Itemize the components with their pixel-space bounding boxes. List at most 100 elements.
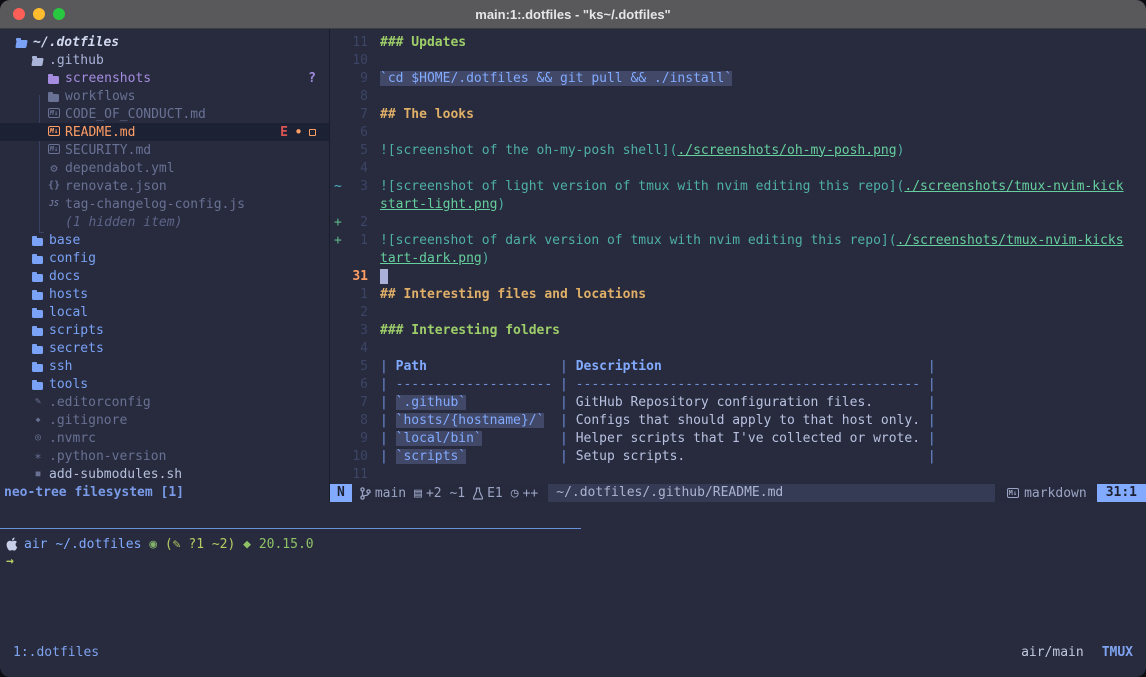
- tree-item[interactable]: ■add-submodules.sh: [0, 465, 329, 483]
- editor-line[interactable]: tart-dark.png): [330, 249, 1146, 267]
- editor-line[interactable]: +1![screenshot of dark version of tmux w…: [330, 231, 1146, 249]
- code-token: tart-dark.png: [380, 251, 482, 266]
- code-token: Setup scripts.: [576, 449, 686, 464]
- editor-line[interactable]: 3### Interesting folders: [330, 321, 1146, 339]
- editor-line[interactable]: 1## Interesting files and locations: [330, 285, 1146, 303]
- folder-icon: [30, 323, 46, 337]
- editor-line[interactable]: 9`cd $HOME/.dotfiles && git pull && ./in…: [330, 69, 1146, 87]
- editor-line[interactable]: 4: [330, 339, 1146, 357]
- close-button[interactable]: [13, 8, 25, 20]
- code-token: ![screenshot of light version of tmux wi…: [380, 179, 904, 194]
- shell-pane[interactable]: air ~/.dotfiles ◉ (✎ ?1 ~2) ◆ 20.15.0 →: [0, 502, 1146, 642]
- editor-lines[interactable]: 11### Updates 10 9`cd $HOME/.dotfiles &&…: [330, 33, 1146, 483]
- editor-line[interactable]: ~3![screenshot of light version of tmux …: [330, 177, 1146, 195]
- editor-line[interactable]: 9| `local/bin` | Helper scripts that I'v…: [330, 429, 1146, 447]
- tree-item[interactable]: ⚙dependabot.yml: [0, 159, 329, 177]
- tree-item[interactable]: workflows: [0, 87, 329, 105]
- editor-line[interactable]: 11### Updates: [330, 33, 1146, 51]
- tree-item[interactable]: local: [0, 303, 329, 321]
- editor-line[interactable]: 31: [330, 267, 1146, 285]
- code-token: [662, 359, 920, 374]
- tmux-window-name[interactable]: 1:.dotfiles: [0, 642, 99, 663]
- tree-item-label: .gitignore: [49, 413, 127, 428]
- code-token: |: [380, 449, 396, 464]
- minimize-button[interactable]: [33, 8, 45, 20]
- tree-item[interactable]: JStag-changelog-config.js: [0, 195, 329, 213]
- editor[interactable]: 11### Updates 10 9`cd $HOME/.dotfiles &&…: [330, 29, 1146, 502]
- tree-item[interactable]: scripts: [0, 321, 329, 339]
- code-token: ## Interesting files and locations: [380, 287, 646, 302]
- line-number: 4: [346, 161, 368, 176]
- tmux-statusbar: 1:.dotfiles air/main TMUX: [0, 642, 1146, 663]
- tree-item-label: secrets: [49, 341, 104, 356]
- gutter-sign: [330, 341, 346, 356]
- code-token: |: [920, 449, 936, 464]
- line-number: 5: [346, 143, 368, 158]
- editor-line[interactable]: +2: [330, 213, 1146, 231]
- tree-item[interactable]: base: [0, 231, 329, 249]
- tree-item[interactable]: ∗.python-version: [0, 447, 329, 465]
- buffer-icon: ▤: [414, 486, 422, 501]
- editor-line[interactable]: 8| `hosts/{hostname}/` | Configs that sh…: [330, 411, 1146, 429]
- editor-line[interactable]: 10| `scripts` | Setup scripts. |: [330, 447, 1146, 465]
- tree-item[interactable]: screenshots?: [0, 69, 329, 87]
- code-token: [873, 395, 920, 410]
- editor-line[interactable]: 5![screenshot of the oh-my-posh shell](.…: [330, 141, 1146, 159]
- tree-item[interactable]: ◆.gitignore: [0, 411, 329, 429]
- tree-item[interactable]: M↓README.mdE•: [0, 123, 329, 141]
- git-branch-name: main: [375, 486, 406, 501]
- star-icon: ∗: [30, 449, 46, 463]
- editor-line[interactable]: 8: [330, 87, 1146, 105]
- code-token: |: [380, 413, 396, 428]
- line-number: 9: [346, 71, 368, 86]
- gutter-sign: [330, 359, 346, 374]
- tree-item-label: .python-version: [49, 449, 166, 464]
- tree-item[interactable]: tools: [0, 375, 329, 393]
- code-token: `hosts/{hostname}/`: [396, 413, 545, 428]
- editor-line[interactable]: 11: [330, 465, 1146, 483]
- tree-item[interactable]: .github: [0, 51, 329, 69]
- terminal-window: main:1:.dotfiles - "ks~/.dotfiles" ~/.do…: [0, 0, 1146, 677]
- gutter-sign: +: [330, 233, 346, 248]
- editor-line[interactable]: 5| Path | Description |: [330, 357, 1146, 375]
- editor-line[interactable]: 7## The looks: [330, 105, 1146, 123]
- clock-icon: ◷: [511, 486, 519, 501]
- line-number: 6: [346, 377, 368, 392]
- code-token: |: [552, 395, 575, 410]
- editor-line[interactable]: 6| -------------------- | --------------…: [330, 375, 1146, 393]
- editor-line[interactable]: 6: [330, 123, 1146, 141]
- editor-line[interactable]: 4: [330, 159, 1146, 177]
- tmux-session-name: air/main: [1021, 642, 1084, 663]
- tree-item[interactable]: secrets: [0, 339, 329, 357]
- code-token: |: [552, 359, 575, 374]
- editor-line[interactable]: 7| `.github` | GitHub Repository configu…: [330, 393, 1146, 411]
- tree-item-label: CODE_OF_CONDUCT.md: [65, 107, 206, 122]
- tree-item[interactable]: hosts: [0, 285, 329, 303]
- traffic-lights: [13, 8, 65, 20]
- code-token: ): [497, 197, 505, 212]
- tree-item[interactable]: ✎.editorconfig: [0, 393, 329, 411]
- tree-item[interactable]: M↓CODE_OF_CONDUCT.md: [0, 105, 329, 123]
- tree-item[interactable]: ssh: [0, 357, 329, 375]
- tree-item[interactable]: docs: [0, 267, 329, 285]
- editor-line[interactable]: 2: [330, 303, 1146, 321]
- tree-item-label: base: [49, 233, 80, 248]
- tree-item[interactable]: config: [0, 249, 329, 267]
- code-token: `scripts`: [396, 449, 466, 464]
- tree-item[interactable]: ◎.nvmrc: [0, 429, 329, 447]
- tree-item-label: SECURITY.md: [65, 143, 151, 158]
- gutter-sign: [330, 125, 346, 140]
- tree-item[interactable]: {}renovate.json: [0, 177, 329, 195]
- editor-line[interactable]: start-light.png): [330, 195, 1146, 213]
- prompt-git-status: (✎ ?1 ~2): [165, 537, 235, 552]
- error-badge: E: [280, 125, 288, 140]
- prompt-arrow[interactable]: →: [6, 553, 14, 571]
- md-icon: M↓: [46, 125, 62, 139]
- code-token: GitHub Repository configuration files.: [576, 395, 873, 410]
- tree-item[interactable]: ~/.dotfiles: [0, 33, 329, 51]
- line-number: 8: [346, 413, 368, 428]
- zoom-button[interactable]: [53, 8, 65, 20]
- tree-item[interactable]: (1 hidden item): [0, 213, 329, 231]
- editor-line[interactable]: 10: [330, 51, 1146, 69]
- tree-item[interactable]: M↓SECURITY.md: [0, 141, 329, 159]
